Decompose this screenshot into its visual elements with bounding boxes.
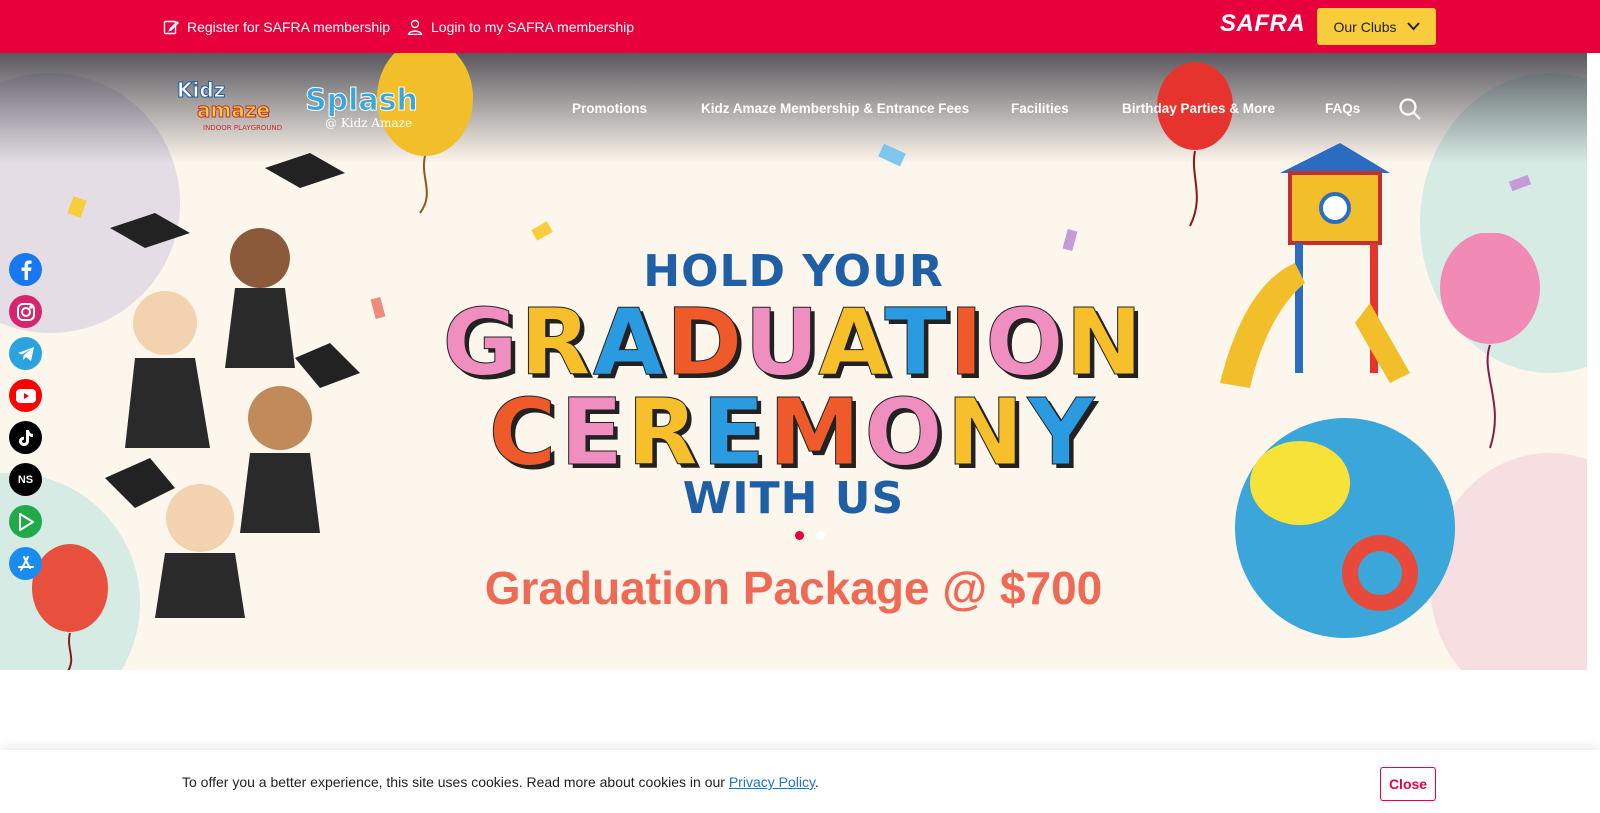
- tiktok-icon: [18, 429, 33, 446]
- google-play-icon: [18, 512, 34, 531]
- tiktok-link[interactable]: [9, 421, 42, 454]
- nav-promotions[interactable]: Promotions: [572, 101, 647, 116]
- carousel-dot-2[interactable]: [816, 531, 825, 540]
- user-icon: [407, 19, 423, 35]
- our-clubs-button[interactable]: Our Clubs: [1317, 8, 1436, 45]
- close-button[interactable]: Close: [1380, 767, 1436, 801]
- nav-faqs[interactable]: FAQs: [1325, 101, 1360, 116]
- headline-letter: E: [701, 379, 769, 487]
- headline-letter: Y: [1027, 379, 1099, 487]
- login-link[interactable]: Login to my SAFRA membership: [407, 0, 634, 53]
- edit-icon: [163, 20, 179, 34]
- headline-letter: M: [768, 379, 865, 487]
- facebook-link[interactable]: [9, 253, 42, 286]
- search-icon[interactable]: [1398, 97, 1422, 121]
- package-price: Graduation Package @ $700: [484, 562, 1103, 614]
- ns-icon: NS: [17, 473, 34, 486]
- main-nav: Promotions Kidz Amaze Membership & Entra…: [0, 53, 1600, 163]
- app-store-icon: [17, 555, 34, 571]
- carousel-dots: [795, 531, 825, 540]
- cookie-banner: To offer you a better experience, this s…: [0, 750, 1600, 813]
- confetti: [531, 221, 553, 241]
- cookie-text: To offer you a better experience, this s…: [182, 774, 729, 790]
- headline-letter: O: [864, 379, 947, 487]
- safra-logo[interactable]: SAFRA: [1220, 10, 1305, 38]
- telegram-icon: [17, 346, 34, 361]
- our-clubs-label: Our Clubs: [1333, 18, 1397, 35]
- headline-letter: N: [946, 379, 1028, 487]
- facebook-icon: [21, 260, 32, 280]
- nav-facilities[interactable]: Facilities: [1011, 101, 1069, 116]
- instagram-link[interactable]: [9, 295, 42, 328]
- headline-line-4: WITH US: [682, 473, 905, 524]
- headline-letter: C: [488, 379, 561, 487]
- cookie-message: To offer you a better experience, this s…: [182, 774, 819, 790]
- ns-link[interactable]: NS: [9, 463, 42, 496]
- instagram-icon: [16, 302, 35, 321]
- nav-birthday-parties[interactable]: Birthday Parties & More: [1122, 101, 1275, 116]
- headline-letter: E: [560, 379, 628, 487]
- headline-letter: R: [627, 379, 702, 487]
- chevron-down-icon: [1406, 22, 1420, 31]
- youtube-link[interactable]: [9, 379, 42, 412]
- privacy-policy-link[interactable]: Privacy Policy: [729, 774, 815, 790]
- top-bar: Register for SAFRA membership Login to m…: [0, 0, 1600, 53]
- register-link[interactable]: Register for SAFRA membership: [163, 0, 390, 53]
- telegram-link[interactable]: [9, 337, 42, 370]
- nav-membership[interactable]: Kidz Amaze Membership & Entrance Fees: [701, 101, 969, 116]
- headline-line-3: CEREMONY: [0, 379, 1587, 487]
- login-label: Login to my SAFRA membership: [431, 18, 635, 35]
- register-label: Register for SAFRA membership: [187, 18, 391, 35]
- youtube-icon: [15, 388, 36, 403]
- google-play-link[interactable]: [9, 505, 42, 538]
- app-store-link[interactable]: [9, 547, 42, 580]
- cookie-text-end: .: [814, 774, 819, 790]
- carousel-dot-1[interactable]: [795, 531, 804, 540]
- ceremony-text: CEREMONY: [488, 379, 1099, 487]
